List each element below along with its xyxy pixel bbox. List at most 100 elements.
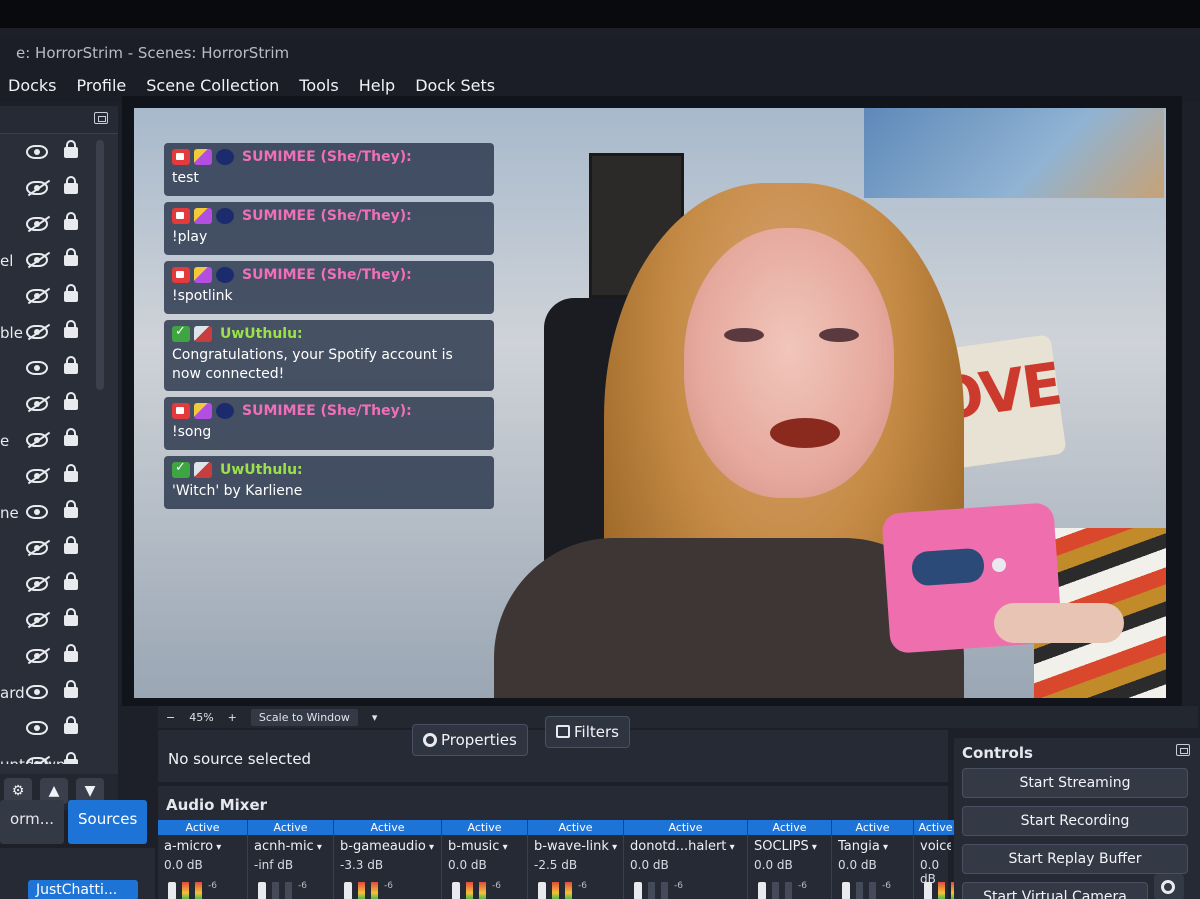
lock-icon[interactable] [64, 140, 78, 158]
lock-icon[interactable] [64, 212, 78, 230]
menu-dock-sets[interactable]: Dock Sets [415, 72, 495, 98]
start-streaming-button[interactable]: Start Streaming [962, 768, 1188, 798]
volume-fader[interactable] [452, 882, 460, 899]
start-virtual-camera-button[interactable]: Start Virtual Camera [962, 882, 1148, 899]
channel-name-dropdown[interactable]: donotd...halert [630, 839, 741, 854]
source-item[interactable] [0, 386, 118, 422]
channel-name-dropdown[interactable]: acnh-mic [254, 839, 327, 854]
properties-button[interactable]: Properties [412, 724, 528, 756]
source-item[interactable] [0, 530, 118, 566]
channel-name-dropdown[interactable]: voice [920, 839, 951, 854]
eye-off-icon[interactable] [26, 397, 48, 411]
lock-icon[interactable] [64, 176, 78, 194]
eye-off-icon[interactable] [26, 613, 48, 627]
eye-off-icon[interactable] [26, 217, 48, 231]
tab-scenes[interactable]: orm... [0, 800, 64, 844]
zoom-out-button[interactable]: − [166, 711, 175, 724]
lock-icon[interactable] [64, 644, 78, 662]
tab-sources[interactable]: Sources [68, 800, 148, 844]
scenes-dock: JustChatti... [0, 848, 155, 899]
source-item[interactable] [0, 566, 118, 602]
eye-icon[interactable] [26, 505, 48, 519]
volume-fader[interactable] [538, 882, 546, 899]
channel-name-dropdown[interactable]: b-music [448, 839, 521, 854]
lock-icon[interactable] [64, 464, 78, 482]
volume-fader[interactable] [924, 882, 932, 899]
lock-icon[interactable] [64, 248, 78, 266]
channel-name-dropdown[interactable]: Tangia [838, 839, 907, 854]
source-item[interactable] [0, 602, 118, 638]
start-replay-buffer-button[interactable]: Start Replay Buffer [962, 844, 1188, 874]
nasa-badge-icon [216, 403, 234, 420]
controls-dock: Controls Start Streaming Start Recording… [954, 738, 1200, 899]
channel-name-dropdown[interactable]: SOCLIPS [754, 839, 825, 854]
volume-fader[interactable] [634, 882, 642, 899]
eye-icon[interactable] [26, 685, 48, 699]
eye-off-icon[interactable] [26, 181, 48, 195]
lock-icon[interactable] [64, 716, 78, 734]
eye-off-icon[interactable] [26, 469, 48, 483]
lock-icon[interactable] [64, 608, 78, 626]
menu-profile[interactable]: Profile [77, 72, 127, 98]
eye-icon[interactable] [26, 721, 48, 735]
lock-icon[interactable] [64, 320, 78, 338]
lock-icon[interactable] [64, 536, 78, 554]
source-item[interactable] [0, 458, 118, 494]
source-item[interactable]: e [0, 422, 118, 458]
channel-name-dropdown[interactable]: b-gameaudio [340, 839, 435, 854]
eye-off-icon[interactable] [26, 289, 48, 303]
scene-item-selected[interactable]: JustChatti... [28, 880, 138, 899]
scale-mode-select[interactable]: Scale to Window [250, 708, 358, 726]
eye-off-icon[interactable] [26, 649, 48, 663]
source-item[interactable] [0, 710, 118, 746]
virtual-camera-settings-button[interactable] [1154, 874, 1184, 899]
lock-icon[interactable] [64, 572, 78, 590]
menu-docks[interactable]: Docks [8, 72, 57, 98]
eye-off-icon[interactable] [26, 433, 48, 447]
channel-name-dropdown[interactable]: a-micro [164, 839, 241, 854]
volume-fader[interactable] [168, 882, 176, 899]
source-item[interactable]: ard [0, 674, 118, 710]
filters-button[interactable]: Filters [545, 716, 630, 748]
eye-icon[interactable] [26, 361, 48, 375]
mixer-channel: Active SOCLIPS 0.0 dB -6 [748, 820, 832, 899]
lock-icon[interactable] [64, 356, 78, 374]
source-item[interactable]: ne [0, 494, 118, 530]
volume-fader[interactable] [842, 882, 850, 899]
undock-icon[interactable] [94, 112, 108, 124]
volume-fader[interactable] [258, 882, 266, 899]
channel-volume: -2.5 dB [534, 858, 578, 872]
meter-scale: -6 [674, 881, 683, 891]
source-item[interactable] [0, 638, 118, 674]
sources-scrollbar[interactable] [96, 140, 104, 390]
lock-icon[interactable] [64, 284, 78, 302]
eye-icon[interactable] [26, 145, 48, 159]
lock-icon[interactable] [64, 680, 78, 698]
eye-off-icon[interactable] [26, 541, 48, 555]
menu-scene-collection[interactable]: Scene Collection [146, 72, 279, 98]
eye-off-icon[interactable] [26, 757, 48, 764]
eye-off-icon[interactable] [26, 325, 48, 339]
stream-preview[interactable]: OVE SUMIMEE (She/They): test SUMIMEE (She/… [134, 108, 1166, 698]
active-badge: Active [528, 820, 623, 835]
menu-tools[interactable]: Tools [299, 72, 338, 98]
lock-icon[interactable] [64, 500, 78, 518]
menu-help[interactable]: Help [359, 72, 395, 98]
zoom-in-button[interactable]: + [228, 711, 237, 724]
volume-fader[interactable] [758, 882, 766, 899]
level-bar [785, 882, 792, 899]
channel-name-dropdown[interactable]: b-wave-link [534, 839, 617, 854]
eye-off-icon[interactable] [26, 253, 48, 267]
start-recording-button[interactable]: Start Recording [962, 806, 1188, 836]
source-item[interactable]: untdown [0, 746, 118, 764]
lock-icon[interactable] [64, 392, 78, 410]
eye-off-icon[interactable] [26, 577, 48, 591]
chat-username: SUMIMEE (She/They): [242, 149, 412, 165]
lock-icon[interactable] [64, 428, 78, 446]
chevron-down-icon[interactable]: ▾ [372, 711, 378, 724]
undock-icon[interactable] [1176, 744, 1190, 756]
gear-icon [1161, 880, 1175, 894]
lock-icon[interactable] [64, 752, 78, 764]
chat-message: SUMIMEE (She/They): !play [164, 201, 494, 255]
volume-fader[interactable] [344, 882, 352, 899]
